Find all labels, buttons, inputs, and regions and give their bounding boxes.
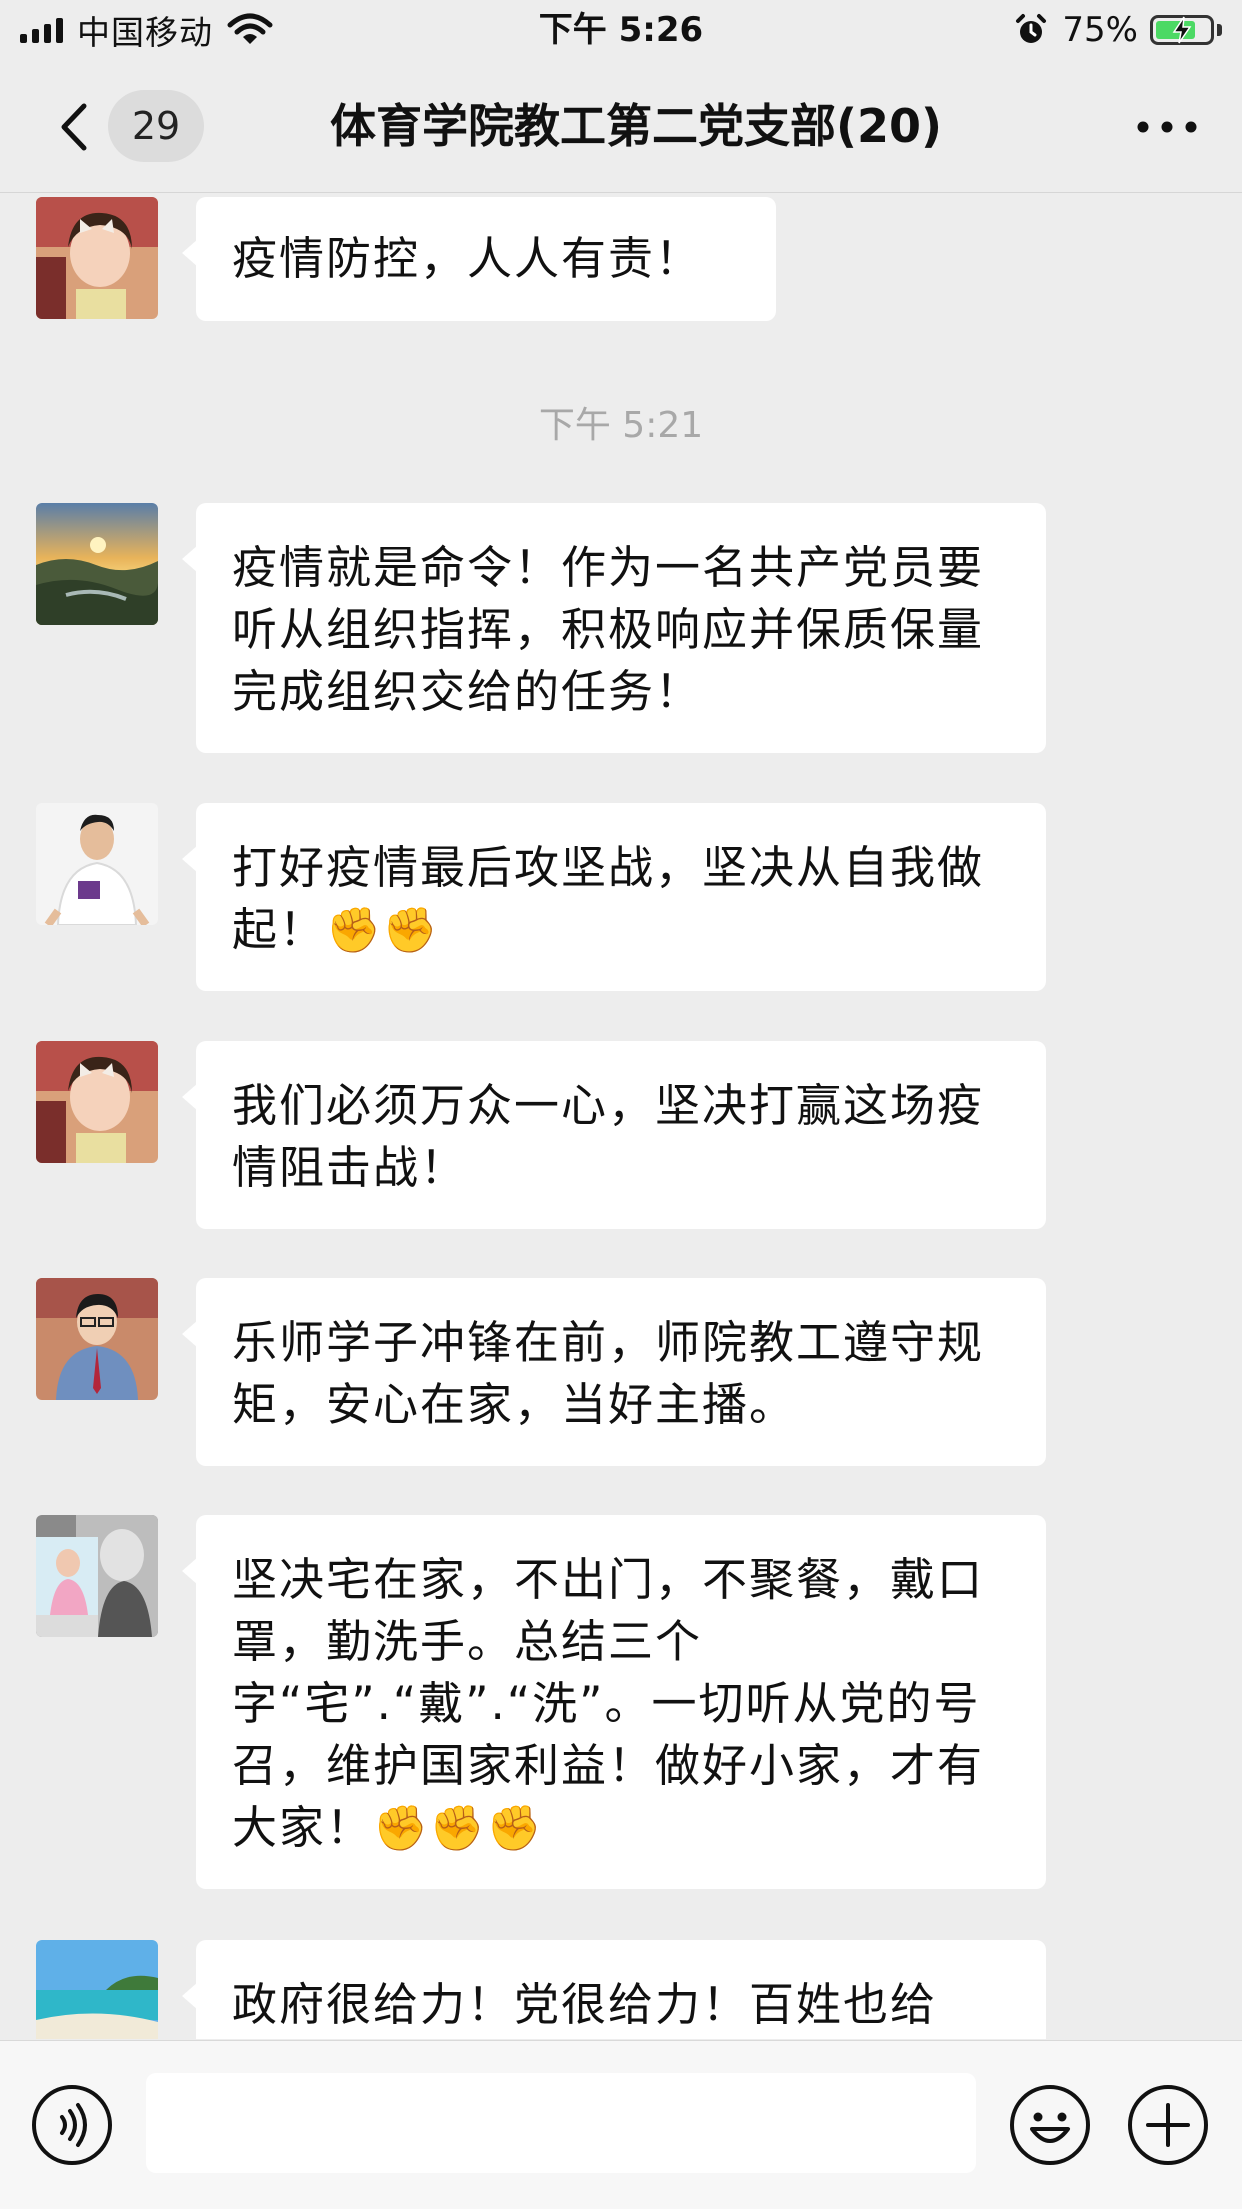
message-text: 乐师学子冲锋在前，师院教工遵守规矩，安心在家，当好主播。 [232, 1316, 985, 1431]
message-timestamp: 下午 5:21 [538, 405, 704, 446]
avatar-girl[interactable] [36, 1041, 158, 1163]
voice-icon[interactable] [30, 2083, 114, 2167]
plus-icon[interactable] [1126, 2083, 1210, 2167]
avatar-man[interactable] [36, 803, 158, 925]
message-bubble[interactable]: 疫情防控，人人有责！ [182, 197, 776, 321]
fist-emoji: ✊✊ [326, 905, 440, 956]
bolt-icon [1172, 16, 1192, 44]
battery-percent: 75% [1062, 10, 1138, 50]
more-dots-icon[interactable] [1132, 102, 1202, 152]
message-bubble[interactable]: 打好疫情最后攻坚战，坚决从自我做起！✊✊ [182, 803, 1046, 991]
message-bubble[interactable]: 疫情就是命令！作为一名共产党员要听从组织指挥，积极响应并保质保量完成组织交给的任… [182, 503, 1046, 753]
message-bubble[interactable]: 乐师学子冲锋在前，师院教工遵守规矩，安心在家，当好主播。 [182, 1278, 1046, 1466]
message-input[interactable] [146, 2073, 976, 2173]
chat-title: 体育学院教工第二党支部(20) [329, 99, 943, 153]
message-list[interactable]: 疫情防控，人人有责！ 下午 5:21 疫情就是命令！作为一名共产党员要听从组织指… [0, 193, 1242, 2039]
message-text: 坚决宅在家，不出门，不聚餐，戴口罩，勤洗手。总结三个字“宅”.“戴”.“洗”。一… [232, 1553, 985, 1854]
message-bubble[interactable]: 我们必须万众一心，坚决打赢这场疫情阻击战！ [182, 1041, 1046, 1229]
message-bubble[interactable]: 政府很给力！党很给力！百姓也给 [182, 1940, 1046, 2039]
unread-count-badge[interactable]: 29 [108, 90, 204, 162]
message-bubble[interactable]: 坚决宅在家，不出门，不聚餐，戴口罩，勤洗手。总结三个字“宅”.“戴”.“洗”。一… [182, 1515, 1046, 1889]
battery-charging-icon [1150, 15, 1214, 45]
avatar-sunset[interactable] [36, 503, 158, 625]
avatar-boy[interactable] [36, 1278, 158, 1400]
avatar-girl[interactable] [36, 197, 158, 319]
chat-header: 29 体育学院教工第二党支部(20) [0, 62, 1242, 193]
emoji-icon[interactable] [1008, 2083, 1092, 2167]
input-bar [0, 2040, 1242, 2209]
avatar-collage[interactable] [36, 1515, 158, 1637]
message-text: 我们必须万众一心，坚决打赢这场疫情阻击战！ [232, 1079, 985, 1194]
status-bar: 中国移动 下午 5:26 75% [0, 0, 1242, 62]
status-right: 75% [1014, 8, 1222, 52]
message-text: 疫情就是命令！作为一名共产党员要听从组织指挥，积极响应并保质保量完成组织交给的任… [232, 541, 985, 718]
battery-tip [1217, 24, 1222, 36]
chevron-left-icon[interactable] [48, 96, 108, 158]
message-text: 疫情防控，人人有责！ [232, 232, 703, 285]
avatar-beach[interactable] [36, 1940, 158, 2039]
alarm-icon [1016, 14, 1047, 43]
fist-emoji: ✊✊✊ [373, 1803, 544, 1854]
message-text: 政府很给力！党很给力！百姓也给 [232, 1978, 938, 2031]
